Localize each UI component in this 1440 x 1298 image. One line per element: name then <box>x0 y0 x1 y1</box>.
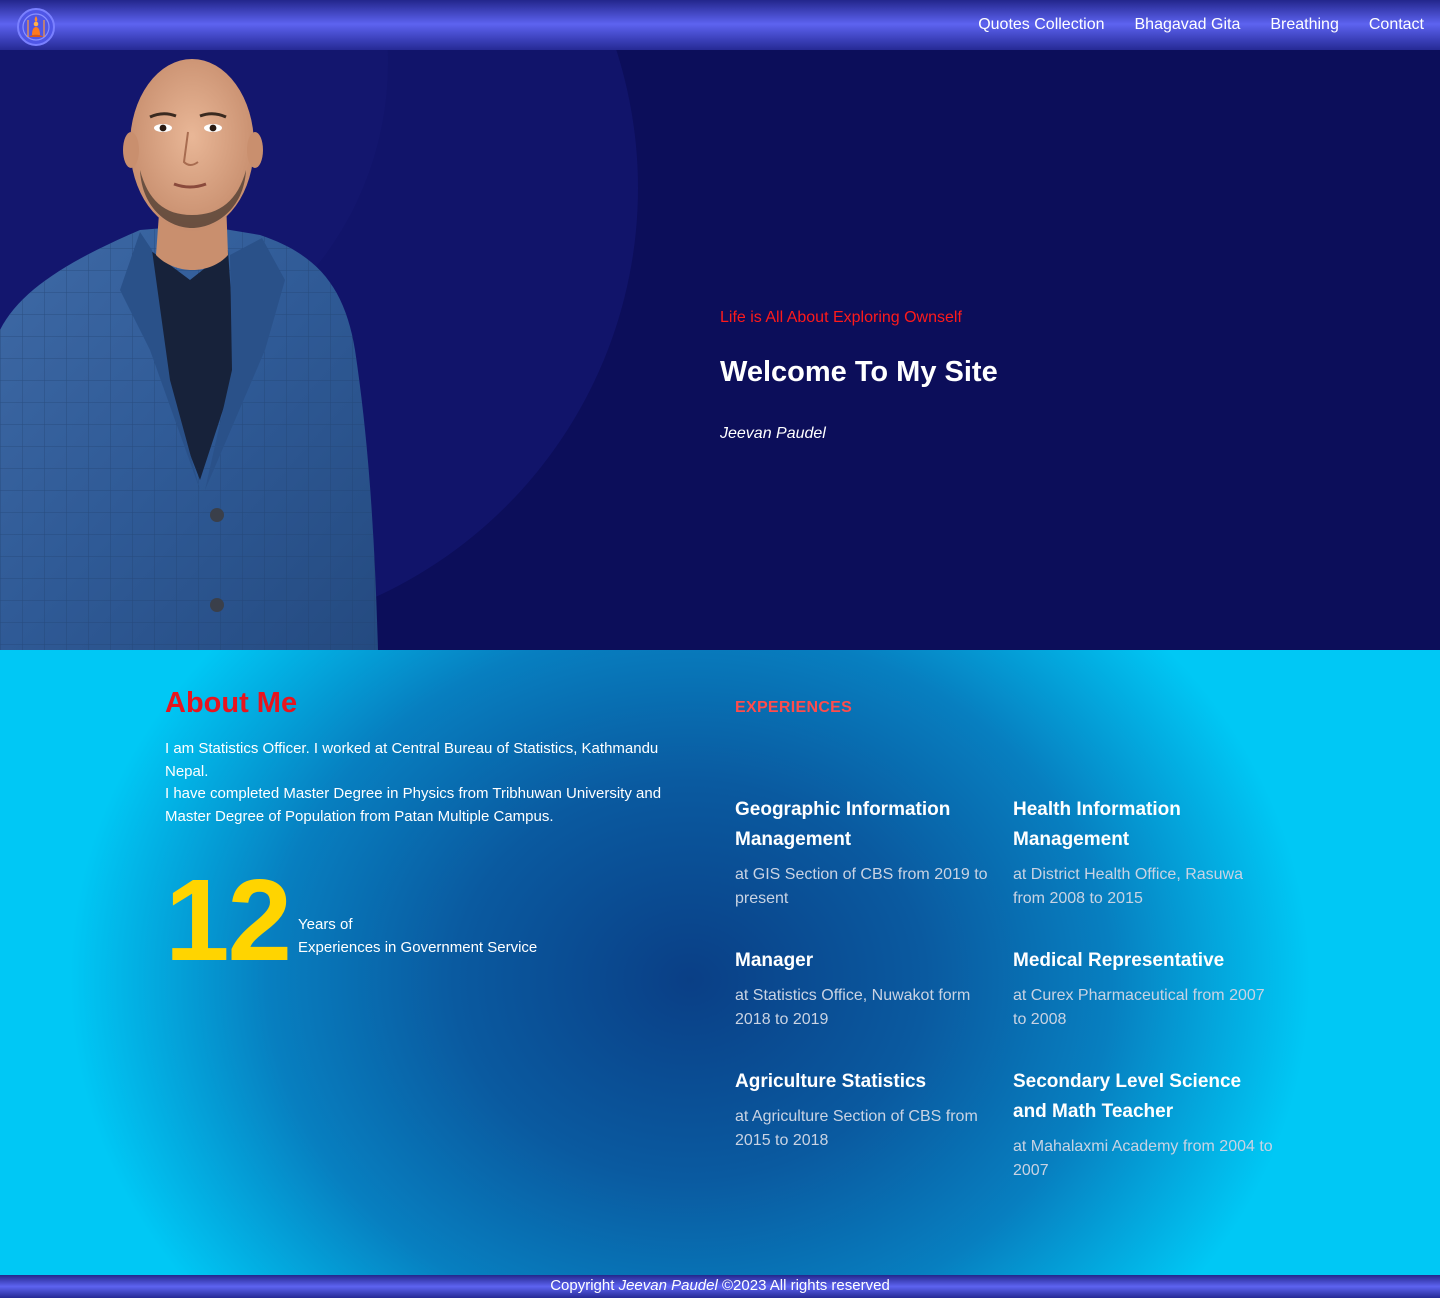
experience-title: Medical Representative <box>1013 950 1225 971</box>
nav-link-quotes[interactable]: Quotes Collection <box>978 16 1104 34</box>
experiences-heading: EXPERIENCES <box>735 699 853 716</box>
years-caption: Years of Experiences in Government Servi… <box>298 913 537 959</box>
years-count: 12 <box>165 855 292 985</box>
experience-title: Geographic Information Management <box>735 799 951 850</box>
meditation-logo-icon[interactable] <box>17 8 55 46</box>
years-caption-line-2: Experiences in Government Service <box>298 939 538 956</box>
experience-title: Manager <box>735 950 814 971</box>
footer-author-name: Jeevan Paudel <box>618 1277 718 1294</box>
experience-detail: at Mahalaxmi Academy from 2004 to 2007 <box>1013 1138 1273 1179</box>
about-text: I am Statistics Officer. I worked at Cen… <box>165 738 670 828</box>
portrait-image <box>0 59 378 650</box>
experience-detail: at GIS Section of CBS from 2019 to prese… <box>735 866 988 907</box>
nav-menu: Quotes Collection Bhagavad Gita Breathin… <box>948 0 1424 50</box>
about-paragraph-1: I am Statistics Officer. I worked at Cen… <box>165 740 659 780</box>
about-section: About Me I am Statistics Officer. I work… <box>0 650 1440 1275</box>
footer-rights: ©2023 All rights reserved <box>721 1277 890 1294</box>
experience-item: Agriculture Statistics at Agriculture Se… <box>735 1067 997 1153</box>
hero-author-name: Jeevan Paudel <box>720 425 826 442</box>
experience-item: Health Information Management at Distric… <box>1013 795 1275 911</box>
nav-link-contact[interactable]: Contact <box>1369 16 1424 34</box>
experience-title: Agriculture Statistics <box>735 1071 927 1092</box>
about-paragraph-2: I have completed Master Degree in Physic… <box>165 785 662 825</box>
hero-title: Welcome To My Site <box>720 356 998 388</box>
experience-title: Health Information Management <box>1013 799 1181 850</box>
footer: Copyright Jeevan Paudel ©2023 All rights… <box>0 1275 1440 1298</box>
experience-detail: at Statistics Office, Nuwakot form 2018 … <box>735 987 971 1028</box>
hero-section: Life is All About Exploring Ownself Welc… <box>0 50 1440 650</box>
experience-item: Manager at Statistics Office, Nuwakot fo… <box>735 946 997 1032</box>
experience-item: Secondary Level Science and Math Teacher… <box>1013 1067 1275 1183</box>
hero-tagline: Life is All About Exploring Ownself <box>720 309 962 326</box>
about-title: About Me <box>165 687 298 719</box>
years-caption-line-1: Years of <box>298 916 353 933</box>
experience-title: Secondary Level Science and Math Teacher <box>1013 1071 1242 1122</box>
experience-detail: at District Health Office, Rasuwa from 2… <box>1013 866 1244 907</box>
experience-item: Geographic Information Management at GIS… <box>735 795 997 911</box>
experience-detail: at Curex Pharmaceutical from 2007 to 200… <box>1013 987 1265 1028</box>
experience-detail: at Agriculture Section of CBS from 2015 … <box>735 1108 978 1149</box>
footer-copyright-prefix: Copyright <box>550 1277 615 1294</box>
experience-item: Medical Representative at Curex Pharmace… <box>1013 946 1275 1032</box>
nav-link-breathing[interactable]: Breathing <box>1270 16 1339 34</box>
nav-link-bhagavad-gita[interactable]: Bhagavad Gita <box>1135 16 1241 34</box>
navbar: Quotes Collection Bhagavad Gita Breathin… <box>0 0 1440 50</box>
